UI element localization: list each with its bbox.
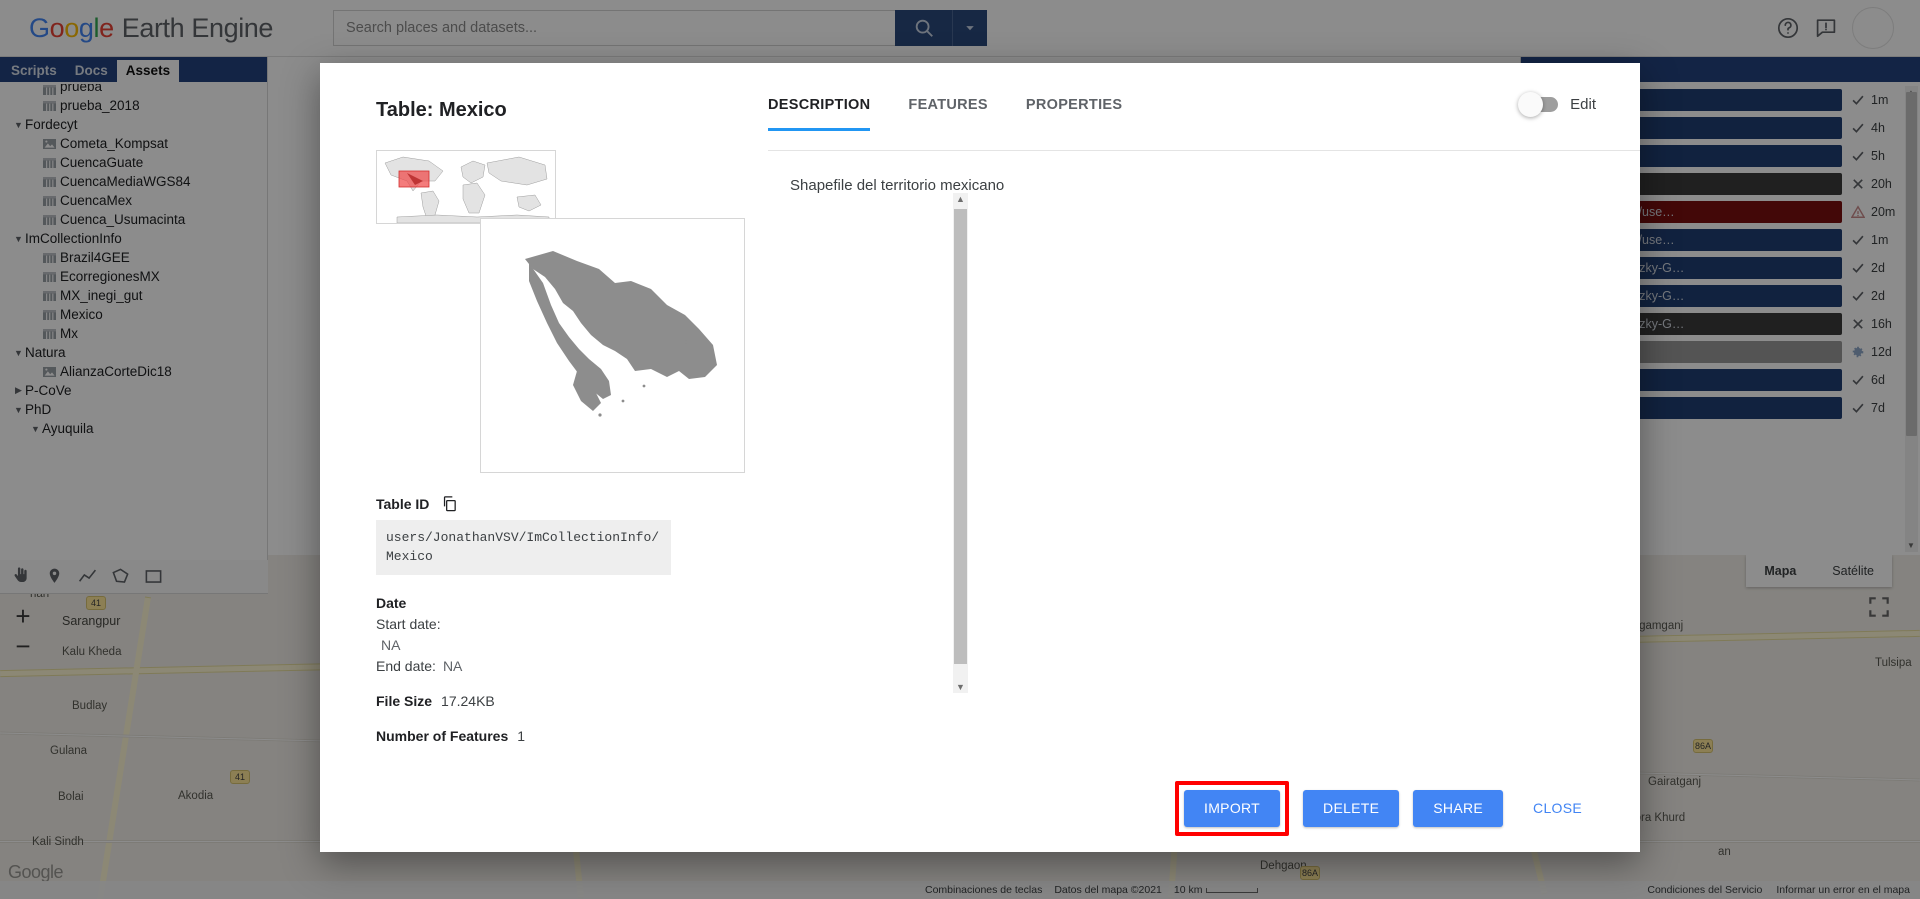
tab-description[interactable]: DESCRIPTION [768, 97, 871, 131]
world-locator-thumbnail [376, 150, 556, 224]
edit-toggle-switch[interactable] [1518, 92, 1559, 117]
toggle-knob [1518, 92, 1544, 117]
start-date-value: NA [381, 637, 401, 653]
date-label: Date [376, 595, 407, 611]
tab-underline-rule [768, 150, 1640, 151]
dialog-tabs[interactable]: DESCRIPTION FEATURES PROPERTIES [710, 97, 1640, 131]
edit-toggle-label: Edit [1570, 96, 1596, 113]
share-button[interactable]: SHARE [1413, 789, 1504, 827]
asset-metadata: Table ID users/JonathanVSV/ImCollectionI… [376, 495, 706, 744]
asset-description-text: Shapefile del territorio mexicano [790, 177, 1005, 194]
feature-count-label: Number of Features [376, 728, 509, 744]
feature-count-row: Number of Features 1 [376, 728, 706, 744]
dialog-right-column: DESCRIPTION FEATURES PROPERTIES Edit Sha… [710, 63, 1640, 764]
tab-features[interactable]: FEATURES [908, 97, 987, 130]
end-date-value: NA [442, 658, 463, 674]
file-size-label: File Size [376, 693, 433, 709]
edit-toggle-group[interactable]: Edit [1518, 92, 1596, 117]
tab-properties[interactable]: PROPERTIES [1026, 97, 1122, 130]
table-id-value[interactable]: users/JonathanVSV/ImCollectionInfo/Mexic… [376, 520, 671, 575]
end-date-row: End date: NA [376, 658, 706, 674]
end-date-label: End date: [376, 658, 436, 674]
dialog-left-column: Table: Mexico Table ID users/JonathanVSV… [320, 63, 968, 764]
close-button[interactable]: CLOSE [1517, 790, 1598, 827]
dialog-body: Table: Mexico Table ID users/JonathanVSV… [320, 63, 1640, 764]
copy-icon[interactable] [441, 495, 458, 512]
file-size-row: File Size 17.24KB [376, 693, 706, 709]
dialog-title: Table: Mexico [376, 99, 507, 121]
asset-geometry-thumbnail [480, 218, 745, 473]
table-id-label: Table ID [376, 495, 430, 512]
delete-button[interactable]: DELETE [1303, 789, 1400, 827]
asset-details-dialog: Table: Mexico Table ID users/JonathanVSV… [320, 63, 1640, 852]
table-id-header: Table ID [376, 495, 706, 512]
import-button[interactable]: IMPORT [1184, 789, 1281, 827]
start-date-label: Start date: [376, 616, 441, 632]
feature-count-value: 1 [517, 728, 526, 744]
date-section: Date Start date: NA End date: NA [376, 595, 706, 674]
file-size-value: 17.24KB [441, 693, 495, 709]
dialog-actions: IMPORT DELETE SHARE CLOSE [320, 764, 1640, 852]
import-button-highlight: IMPORT [1175, 780, 1290, 836]
